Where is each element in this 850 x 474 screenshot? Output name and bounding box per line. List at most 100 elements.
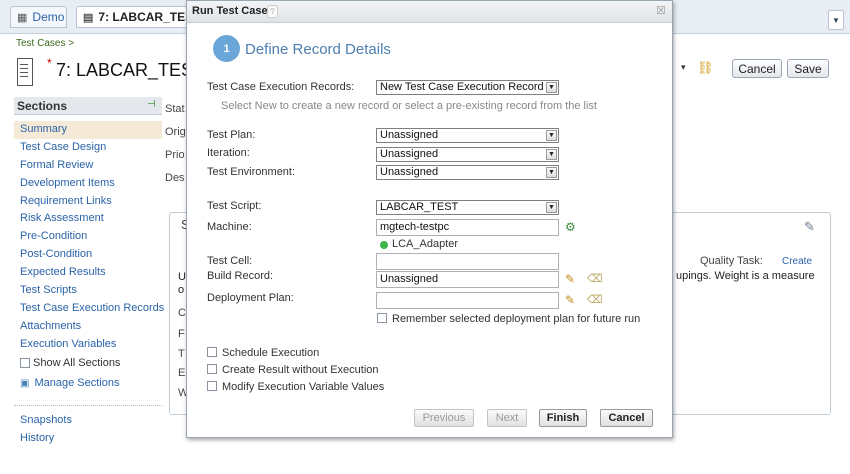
sidebar-item-snapshots[interactable]: Snapshots: [20, 414, 72, 426]
link-chain-icon[interactable]: ⛓: [697, 60, 714, 76]
sidebar-item-execution-records[interactable]: Test Case Execution Records: [20, 300, 164, 318]
tab-demo-label: Demo: [32, 10, 65, 24]
sidebar-item-post-condition[interactable]: Post-Condition: [20, 246, 162, 264]
manage-sections-link[interactable]: ▣ Manage Sections: [20, 377, 119, 389]
field-label-status: Stat: [165, 103, 185, 115]
chevron-down-icon: ▼: [546, 130, 557, 141]
modify-variables-label: Modify Execution Variable Values: [222, 381, 385, 393]
iteration-label: Iteration:: [207, 147, 250, 159]
breadcrumb[interactable]: Test Cases >: [16, 38, 74, 49]
chevron-down-icon: ▼: [546, 202, 557, 213]
run-test-case-dialog: Run Test Case ? ☒ 1 Define Record Detail…: [186, 0, 673, 438]
sidebar-item-requirement-links[interactable]: Requirement Links: [20, 193, 162, 211]
finish-button[interactable]: Finish: [539, 409, 587, 427]
environment-select[interactable]: Unassigned ▼: [376, 165, 559, 180]
sidebar-item-attachments[interactable]: Attachments: [20, 318, 162, 336]
test-script-value: LABCAR_TEST: [380, 201, 459, 213]
chevron-down-icon: ▼: [832, 15, 840, 25]
create-quality-task-link[interactable]: Create: [782, 256, 812, 267]
field-label-originator: Orig: [165, 126, 186, 138]
actions-dropdown-icon[interactable]: ▾: [681, 62, 686, 73]
sidebar-item-pre-condition[interactable]: Pre-Condition: [20, 228, 162, 246]
execution-records-label: Test Case Execution Records:: [207, 81, 355, 93]
sections-title: Sections: [17, 98, 68, 113]
sections-nav: Summary Test Case Design Formal Review D…: [14, 121, 164, 354]
manage-sections-icon: ▣: [20, 377, 30, 389]
panel-description-text: upings. Weight is a measure: [676, 270, 815, 282]
machine-label: Machine:: [207, 221, 252, 233]
previous-button[interactable]: Previous: [414, 409, 474, 427]
next-button[interactable]: Next: [487, 409, 527, 427]
show-all-label: Show All Sections: [33, 357, 121, 369]
machine-value: mgtech-testpc: [380, 221, 450, 233]
close-icon[interactable]: ☒: [656, 4, 666, 17]
sidebar-item-development-items[interactable]: Development Items: [20, 175, 162, 193]
panel-fragment-e: E: [178, 367, 186, 379]
deployment-plan-label: Deployment Plan:: [207, 292, 294, 304]
tab-overflow-dropdown[interactable]: ▼: [828, 10, 844, 30]
sidebar-item-test-scripts[interactable]: Test Scripts: [20, 282, 162, 300]
chevron-down-icon: ▼: [546, 149, 557, 160]
sidebar-item-history[interactable]: History: [20, 432, 54, 444]
modified-marker: *: [47, 56, 52, 70]
sidebar-item-risk-assessment[interactable]: Risk Assessment: [20, 210, 162, 228]
sidebar-item-summary[interactable]: Summary: [14, 121, 162, 139]
show-all-sections[interactable]: Show All Sections: [20, 357, 120, 369]
test-plan-label: Test Plan:: [207, 129, 256, 141]
page-title: 7: LABCAR_TEST: [56, 60, 205, 80]
clear-deployment-icon[interactable]: ⌫: [587, 294, 603, 306]
tab-test-case[interactable]: ▤ 7: LABCAR_TESTIN: [76, 6, 188, 28]
remember-deployment-label: Remember selected deployment plan for fu…: [392, 313, 641, 325]
pin-icon[interactable]: ⊣: [147, 99, 156, 110]
clear-build-icon[interactable]: ⌫: [587, 273, 603, 285]
test-script-select[interactable]: LABCAR_TEST ▼: [376, 200, 559, 215]
sidebar-item-test-case-design[interactable]: Test Case Design: [20, 139, 162, 157]
manage-sections-label: Manage Sections: [34, 377, 120, 389]
field-label-priority: Prio: [165, 149, 185, 161]
quality-task-label: Quality Task:: [700, 255, 763, 267]
sidebar-divider: [14, 405, 162, 406]
test-plan-select[interactable]: Unassigned ▼: [376, 128, 559, 143]
build-record-field[interactable]: Unassigned: [376, 271, 559, 288]
show-all-checkbox[interactable]: [20, 358, 30, 368]
online-status-icon: [380, 241, 388, 249]
sidebar-item-expected-results[interactable]: Expected Results: [20, 264, 162, 282]
header-cancel-button[interactable]: Cancel: [732, 59, 782, 78]
adapter-name: LCA_Adapter: [392, 238, 459, 250]
execution-records-select[interactable]: New Test Case Execution Record ▼: [376, 80, 559, 95]
environment-value: Unassigned: [380, 166, 439, 178]
chevron-down-icon: ▼: [546, 167, 557, 178]
tab-demo[interactable]: ▦ Demo: [10, 6, 67, 28]
panel-fragment-o: o: [178, 284, 185, 296]
build-record-value: Unassigned: [380, 273, 439, 285]
remember-deployment-checkbox[interactable]: [377, 313, 387, 323]
panel-fragment-c: C: [178, 307, 186, 319]
field-label-description: Des: [165, 172, 185, 184]
schedule-execution-checkbox[interactable]: [207, 347, 217, 357]
step-number-badge: 1: [213, 35, 240, 62]
step-title: Define Record Details: [245, 41, 391, 58]
edit-build-icon[interactable]: ✎: [565, 273, 577, 285]
build-record-label: Build Record:: [207, 270, 274, 282]
test-cell-label: Test Cell:: [207, 255, 253, 267]
panel-fragment-f: F: [178, 328, 185, 340]
edit-deployment-icon[interactable]: ✎: [565, 294, 577, 306]
iteration-select[interactable]: Unassigned ▼: [376, 147, 559, 162]
create-result-checkbox[interactable]: [207, 364, 217, 374]
sidebar-item-execution-variables[interactable]: Execution Variables: [20, 336, 162, 354]
deployment-plan-field[interactable]: [376, 292, 559, 309]
cancel-button[interactable]: Cancel: [600, 409, 653, 427]
help-icon[interactable]: ?: [267, 5, 278, 18]
test-script-label: Test Script:: [207, 200, 262, 212]
schedule-execution-label: Schedule Execution: [222, 347, 320, 359]
panel-fragment-u: U: [178, 271, 186, 283]
select-machine-icon[interactable]: ⚙: [565, 220, 576, 234]
test-cell-field[interactable]: [376, 253, 559, 270]
tab-test-case-label: 7: LABCAR_TESTIN: [98, 10, 187, 24]
sidebar-item-formal-review[interactable]: Formal Review: [20, 157, 162, 175]
modify-variables-checkbox[interactable]: [207, 381, 217, 391]
machine-field[interactable]: mgtech-testpc: [376, 219, 559, 236]
sections-header: Sections: [14, 97, 162, 115]
header-save-button[interactable]: Save: [787, 59, 829, 78]
edit-pencil-icon[interactable]: ✎: [804, 219, 815, 235]
